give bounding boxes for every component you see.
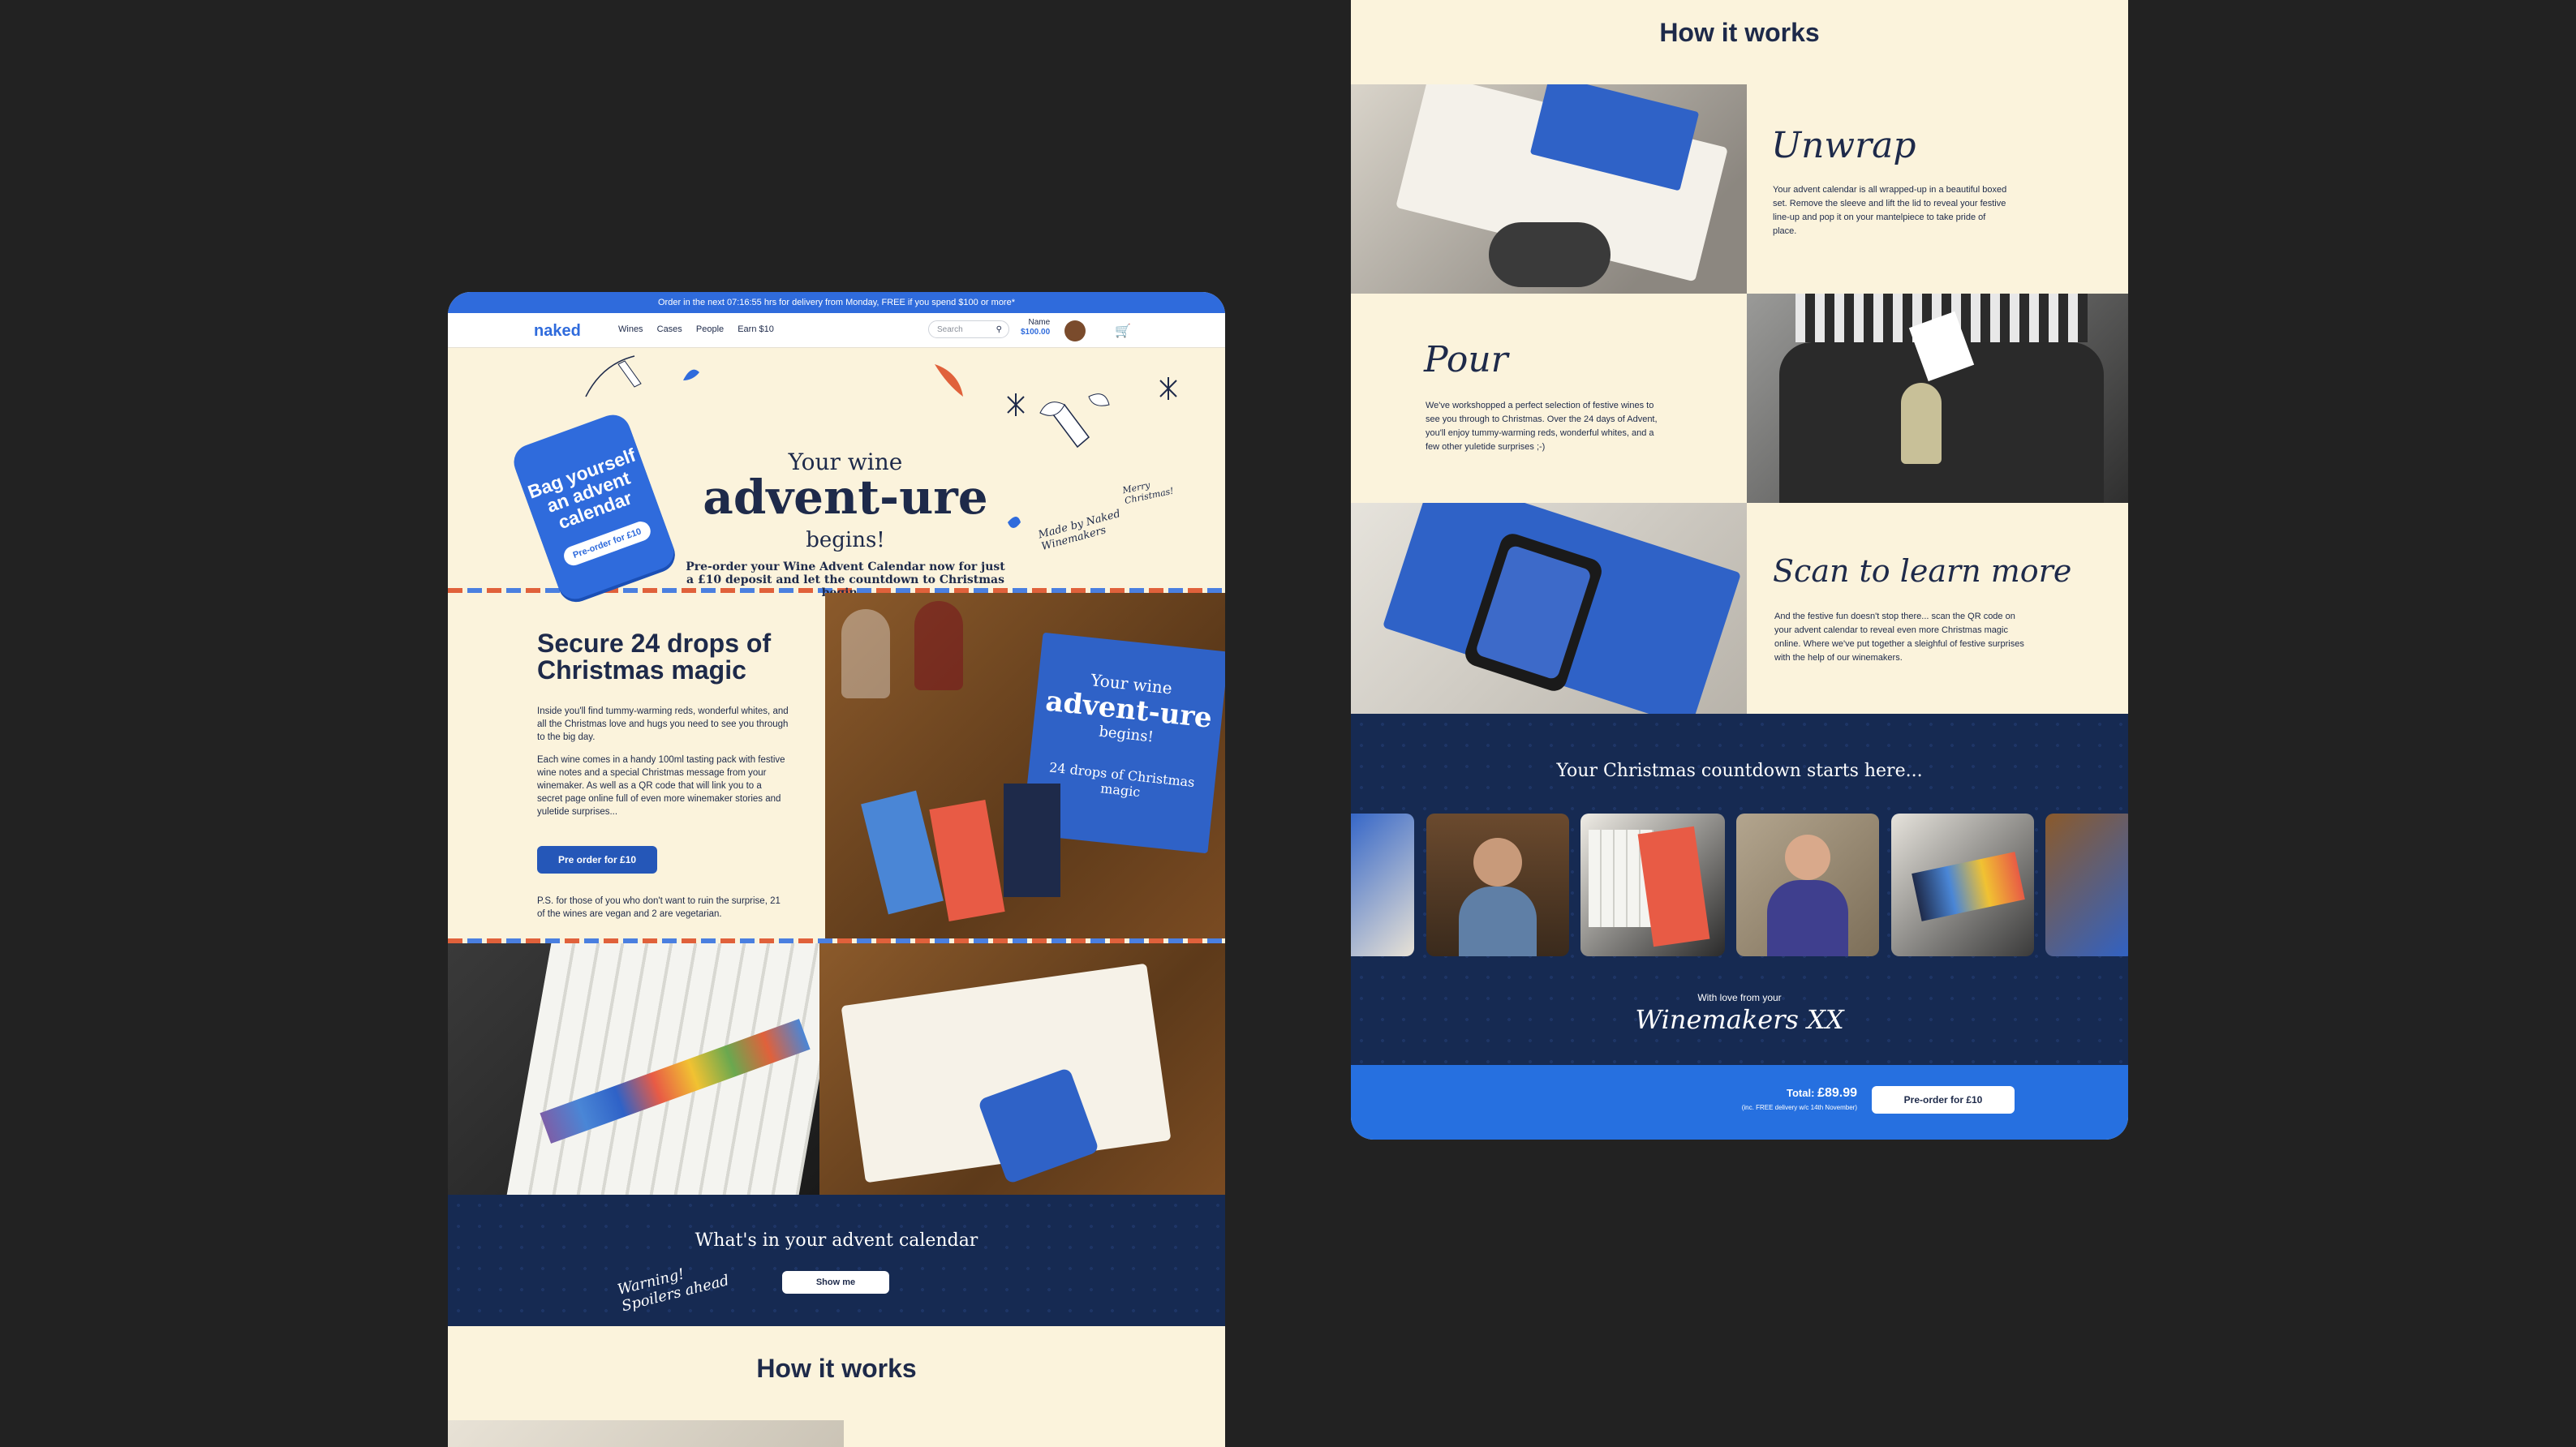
tasting-pack-3: [1004, 784, 1060, 897]
love-line: With love from your: [1697, 992, 1782, 1003]
total-value: £89.99: [1817, 1086, 1857, 1100]
hero-title: advent-ure: [703, 470, 988, 525]
carousel-card[interactable]: [1736, 814, 1879, 956]
step-heading-pour: Pour: [1424, 339, 1508, 380]
delivery-banner: Order in the next 07:16:55 hrs for deliv…: [448, 292, 1225, 313]
step-text-unwrap: Your advent calendar is all wrapped-up i…: [1773, 185, 2007, 236]
hero-section: Bag yourself an advent calendar Pre-orde…: [448, 348, 1225, 604]
cart-icon[interactable]: 🛒: [1115, 323, 1131, 339]
menu-item-people[interactable]: People: [696, 324, 724, 334]
vegan-note: P.S. for those of you who don't want to …: [537, 896, 781, 919]
section-paragraph-1: Inside you'll find tummy-warming reds, w…: [537, 706, 789, 742]
account-name: Name: [1028, 318, 1051, 327]
left-page-mockup: Order in the next 07:16:55 hrs for deliv…: [448, 292, 1225, 1447]
account-balance: $100.00: [1021, 328, 1051, 337]
advent-box-photo: Your wine advent-ure begins! 24 drops of…: [825, 593, 1225, 938]
pour-photo: [1747, 294, 2128, 503]
step-heading-scan: Scan to learn more: [1773, 553, 2072, 589]
search-icon: ⚲: [996, 325, 1002, 334]
carousel-card[interactable]: [1891, 814, 2034, 956]
carousel-card[interactable]: [1426, 814, 1569, 956]
checkout-preorder-button[interactable]: Pre-order for £10: [1872, 1086, 2015, 1114]
step-scan: Scan to learn more And the festive fun d…: [1351, 503, 2128, 714]
carousel-card[interactable]: [1351, 814, 1414, 956]
calendar-drawers-photo: [448, 943, 819, 1195]
total-label: Total: £89.99: [1787, 1086, 1857, 1100]
delivery-note: (inc. FREE delivery w/c 14th November): [1741, 1104, 1857, 1111]
section-title: Secure 24 drops of Christmas magic: [537, 629, 772, 685]
how-it-works-preview: How it works: [448, 1326, 1225, 1447]
carousel-card[interactable]: [2045, 814, 2128, 956]
hero-line-3: begins!: [806, 528, 885, 552]
how-it-works-title: How it works: [756, 1354, 917, 1383]
advent-calendar-band: What's in your advent calendar Warning! …: [448, 1195, 1225, 1326]
checkout-bar: Total: £89.99 (inc. FREE delivery w/c 14…: [1351, 1065, 2128, 1140]
winemaker-carousel[interactable]: [1351, 814, 2128, 960]
gift-box-photo: [819, 943, 1225, 1195]
spoilers-warning: Warning! Spoilers ahead: [615, 1265, 731, 1316]
account-summary[interactable]: Name $100.00: [1021, 318, 1050, 337]
naked-logo[interactable]: naked: [534, 322, 581, 341]
secure-section: Secure 24 drops of Christmas magic Insid…: [448, 593, 1225, 938]
search-input[interactable]: Search ⚲: [928, 320, 1009, 338]
step-unwrap: Unwrap Your advent calendar is all wrapp…: [1351, 84, 2128, 294]
band-title: What's in your advent calendar: [695, 1230, 978, 1251]
countdown-title: Your Christmas countdown starts here...: [1556, 761, 1923, 781]
tasting-pack-2: [929, 799, 1005, 922]
how-it-works-photo: [448, 1420, 844, 1447]
winemakers-signature: Winemakers XX: [1635, 1004, 1844, 1035]
how-it-works-heading: How it works: [1659, 18, 1820, 47]
step-pour: Pour We've workshopped a perfect selecti…: [1351, 294, 2128, 503]
site-header: naked Wines Cases People Earn $10 Search…: [448, 313, 1225, 348]
step-text-scan: And the festive fun doesn't stop there..…: [1774, 612, 2024, 663]
step-heading-unwrap: Unwrap: [1771, 125, 1916, 166]
avatar[interactable]: [1064, 320, 1086, 341]
preorder-button[interactable]: Pre order for £10: [537, 846, 658, 874]
carousel-card[interactable]: [1580, 814, 1725, 956]
menu-item-cases[interactable]: Cases: [657, 324, 682, 334]
section-paragraph-2: Each wine comes in a handy 100ml tasting…: [537, 755, 785, 817]
menu-item-wines[interactable]: Wines: [618, 324, 643, 334]
photo-strip: [448, 943, 1225, 1195]
show-me-button[interactable]: Show me: [782, 1271, 889, 1294]
red-wine-glass-image: [914, 601, 963, 690]
unwrap-photo: [1351, 84, 1747, 294]
step-text-pour: We've workshopped a perfect selection of…: [1426, 401, 1658, 452]
countdown-band: Your Christmas countdown starts here... …: [1351, 714, 2128, 1065]
main-menu: Wines Cases People Earn $10: [618, 324, 785, 334]
wine-glass-image: [841, 609, 890, 698]
right-page-mockup: How it works Unwrap Your advent calendar…: [1351, 0, 2128, 1140]
menu-item-earn[interactable]: Earn $10: [738, 324, 774, 334]
scan-photo: [1351, 503, 1747, 714]
